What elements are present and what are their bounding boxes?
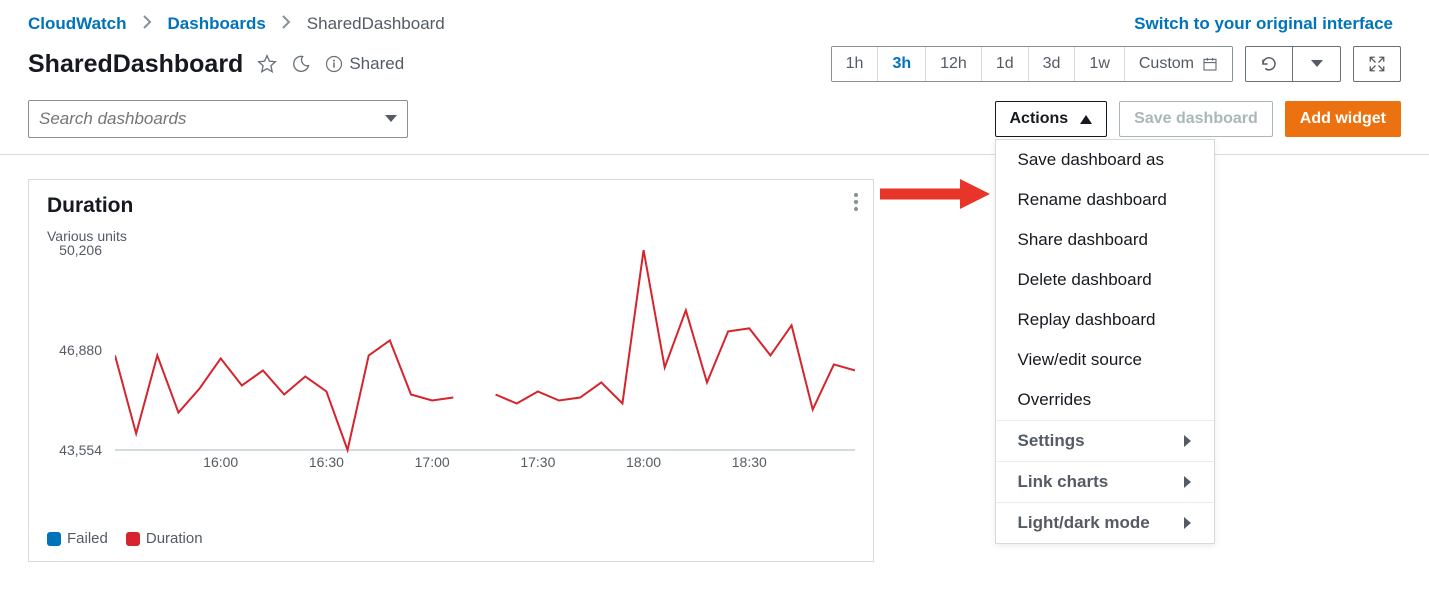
shared-badge-text: Shared bbox=[349, 54, 404, 74]
chevron-right-icon bbox=[1184, 476, 1192, 488]
y-tick: 46,880 bbox=[47, 342, 102, 358]
chart-area: 50,20646,88043,554 16:0016:3017:0017:301… bbox=[47, 250, 859, 490]
title-icons: Shared bbox=[257, 54, 404, 74]
chart-legend: Failed Duration bbox=[47, 490, 859, 547]
refresh-dropdown[interactable] bbox=[1293, 46, 1341, 82]
add-widget-button[interactable]: Add widget bbox=[1285, 101, 1401, 137]
legend-swatch bbox=[126, 532, 140, 546]
legend-label: Duration bbox=[146, 530, 203, 547]
time-range-3d[interactable]: 3d bbox=[1029, 47, 1076, 81]
time-range-12h[interactable]: 12h bbox=[926, 47, 982, 81]
menu-item-settings[interactable]: Settings bbox=[996, 420, 1214, 461]
breadcrumb-dashboards[interactable]: Dashboards bbox=[168, 14, 266, 34]
breadcrumb-sep bbox=[282, 14, 291, 34]
second-row: Actions Save dashboard asRename dashboar… bbox=[0, 94, 1429, 154]
shared-badge: Shared bbox=[325, 54, 404, 74]
actions-button[interactable]: Actions bbox=[995, 101, 1108, 137]
breadcrumb-root[interactable]: CloudWatch bbox=[28, 14, 127, 34]
legend-label: Failed bbox=[67, 530, 108, 547]
x-tick: 18:00 bbox=[626, 454, 661, 470]
x-tick: 16:30 bbox=[309, 454, 344, 470]
breadcrumb: CloudWatch Dashboards SharedDashboard Sw… bbox=[0, 0, 1429, 42]
menu-item-overrides[interactable]: Overrides bbox=[996, 380, 1214, 420]
refresh-group bbox=[1245, 46, 1341, 82]
time-range-3h[interactable]: 3h bbox=[878, 47, 926, 81]
x-tick: 18:30 bbox=[732, 454, 767, 470]
menu-item-replay-dashboard[interactable]: Replay dashboard bbox=[996, 300, 1214, 340]
breadcrumb-current: SharedDashboard bbox=[307, 14, 445, 34]
second-row-right: Actions Save dashboard asRename dashboar… bbox=[995, 101, 1402, 137]
triangle-up-icon bbox=[1080, 114, 1092, 124]
breadcrumb-sep bbox=[143, 14, 152, 34]
save-dashboard-button: Save dashboard bbox=[1119, 101, 1273, 137]
menu-item-save-dashboard-as[interactable]: Save dashboard as bbox=[996, 140, 1214, 180]
actions-dropdown: Save dashboard asRename dashboardShare d… bbox=[995, 139, 1215, 544]
chevron-down-icon[interactable] bbox=[385, 110, 397, 128]
y-axis-label: Various units bbox=[47, 228, 859, 244]
toolbar-right: 1h3h12h1d3d1wCustom bbox=[831, 46, 1401, 82]
time-range-selector: 1h3h12h1d3d1wCustom bbox=[831, 46, 1233, 82]
time-range-1d[interactable]: 1d bbox=[982, 47, 1029, 81]
chart-plot[interactable] bbox=[115, 250, 859, 456]
search-input[interactable] bbox=[39, 109, 385, 129]
chevron-right-icon bbox=[1184, 435, 1192, 447]
page-title: SharedDashboard bbox=[28, 50, 243, 79]
menu-item-light-dark-mode[interactable]: Light/dark mode bbox=[996, 502, 1214, 543]
legend-item-failed[interactable]: Failed bbox=[47, 530, 108, 547]
menu-item-link-charts[interactable]: Link charts bbox=[996, 461, 1214, 502]
switch-interface-link[interactable]: Switch to your original interface bbox=[1134, 14, 1393, 34]
info-icon bbox=[325, 55, 343, 73]
menu-item-view-edit-source[interactable]: View/edit source bbox=[996, 340, 1214, 380]
y-tick: 50,206 bbox=[47, 242, 102, 258]
menu-item-rename-dashboard[interactable]: Rename dashboard bbox=[996, 180, 1214, 220]
refresh-button[interactable] bbox=[1245, 46, 1293, 82]
chevron-right-icon bbox=[1184, 517, 1192, 529]
widget-kebab-icon[interactable] bbox=[853, 192, 859, 217]
y-tick: 43,554 bbox=[47, 442, 102, 458]
menu-item-share-dashboard[interactable]: Share dashboard bbox=[996, 220, 1214, 260]
widget-title: Duration bbox=[47, 194, 859, 218]
x-tick: 17:00 bbox=[415, 454, 450, 470]
search-dashboards[interactable] bbox=[28, 100, 408, 138]
time-range-1w[interactable]: 1w bbox=[1075, 47, 1124, 81]
x-tick: 17:30 bbox=[520, 454, 555, 470]
calendar-icon bbox=[1202, 56, 1218, 72]
chart-widget: Duration Various units 50,206 46,880 43,55… bbox=[28, 179, 874, 562]
legend-swatch bbox=[47, 532, 61, 546]
x-tick: 16:00 bbox=[203, 454, 238, 470]
menu-item-delete-dashboard[interactable]: Delete dashboard bbox=[996, 260, 1214, 300]
series-duration bbox=[496, 250, 855, 410]
fullscreen-button[interactable] bbox=[1353, 46, 1401, 82]
title-row: SharedDashboard Shared 1h3h12h1d3d1wCust… bbox=[0, 42, 1429, 94]
time-range-custom[interactable]: Custom bbox=[1125, 47, 1232, 81]
star-icon[interactable] bbox=[257, 54, 277, 74]
legend-item-duration[interactable]: Duration bbox=[126, 530, 203, 547]
actions-button-label: Actions bbox=[1010, 110, 1069, 128]
arrow-annotation bbox=[880, 179, 990, 209]
series-duration bbox=[115, 340, 453, 450]
moon-icon[interactable] bbox=[291, 54, 311, 74]
time-range-1h[interactable]: 1h bbox=[832, 47, 879, 81]
divider bbox=[0, 154, 1429, 155]
